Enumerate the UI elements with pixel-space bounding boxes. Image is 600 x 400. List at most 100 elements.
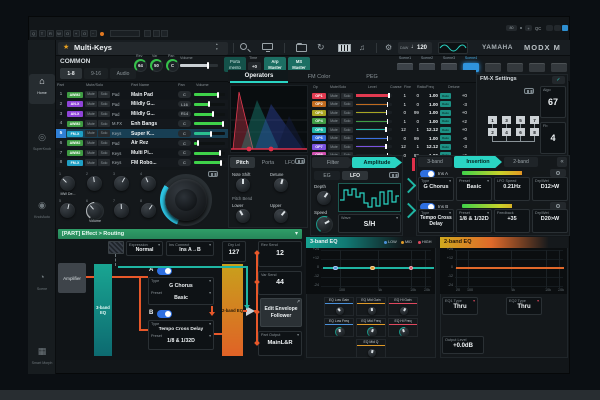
eq3-control-knob[interactable] — [400, 307, 408, 315]
assign-knob-2[interactable] — [87, 176, 102, 191]
op-ratio-value[interactable]: 12.12 — [420, 144, 438, 149]
wave-preview-chip[interactable] — [438, 42, 468, 54]
sidebar-item-scene[interactable]: ◔Scene — [29, 270, 55, 300]
op-level-slider[interactable] — [356, 94, 392, 97]
part-row-6[interactable]: 6AWM2MuteSoloPadAir RezC — [56, 139, 228, 148]
eq3-control-eq-low-gain[interactable]: EQ Low Gain — [324, 297, 354, 316]
corner-link-icon[interactable] — [554, 25, 561, 31]
sidebar-item-superknob[interactable]: ◎SuperKnob — [29, 130, 55, 160]
scene-button-5[interactable] — [485, 63, 501, 72]
eq3-control-eq-mid-q[interactable]: EQ Mid Q — [356, 339, 386, 358]
subtab-eg[interactable]: EG — [314, 171, 340, 180]
eq3-control-eq-low-freq[interactable]: EQ Low Freq — [324, 318, 354, 337]
eq1-type-select[interactable]: EQ1 Type▾ Thru — [442, 297, 478, 315]
eq3-control-knob[interactable] — [336, 328, 344, 336]
ins-b-route-box[interactable]: Type▾ Tempo Cross Delay Preset▾ 1/8 & 1/… — [148, 320, 214, 350]
op-detune-value[interactable]: -3 — [453, 102, 467, 107]
common-knob-Var[interactable]: 50 — [150, 59, 163, 72]
ins-field-type[interactable]: Type▾Tempo Cross Delay — [418, 209, 454, 233]
pan-value[interactable]: C — [178, 150, 191, 157]
mute-button[interactable]: Mute — [85, 101, 97, 108]
solo-button[interactable]: Solo — [98, 159, 110, 166]
mute-button[interactable]: Mute — [85, 91, 97, 98]
op-coarse-value[interactable]: 0 — [394, 136, 406, 141]
tab-amplitude[interactable]: Amplitude — [352, 157, 402, 168]
op-freq-mode-badge[interactable]: Ratio — [440, 110, 451, 116]
pan-value[interactable]: C — [178, 159, 191, 166]
ins-field-preset[interactable]: Preset▾1/8 & 1/32D — [456, 209, 492, 233]
keyboard-icon[interactable] — [338, 44, 351, 52]
eq3-routing-block[interactable]: 3-band EQ — [94, 264, 112, 356]
eq3-control-knob[interactable] — [400, 328, 408, 336]
part-name[interactable]: Air Rez — [131, 140, 177, 146]
lfo-depth-knob[interactable] — [317, 191, 331, 205]
eq2-routing-block[interactable]: 2-band EQ — [222, 264, 243, 356]
op-level-slider[interactable] — [356, 120, 392, 123]
op-level-slider[interactable] — [356, 128, 392, 131]
op-fine-value[interactable]: 99 — [408, 136, 419, 141]
var-send-value[interactable]: 44 — [259, 279, 301, 287]
output-level-value[interactable]: +0.0dB — [443, 343, 483, 350]
op-mute-button[interactable]: Mute — [328, 144, 340, 150]
pitch-knob-lower[interactable] — [236, 209, 250, 223]
search-icon[interactable] — [240, 43, 247, 50]
tab-operators[interactable]: Operators — [230, 70, 288, 83]
subtab-lfo[interactable]: LFO — [342, 171, 368, 180]
gear-icon[interactable]: ⚙ — [385, 43, 392, 52]
expression-select[interactable]: Expression▾ Normal — [126, 241, 163, 256]
mini-tool-icon-6[interactable]: O — [81, 30, 88, 37]
a-preset-value[interactable]: Basic — [149, 296, 213, 302]
op-freq-mode-badge[interactable]: Ratio — [440, 135, 451, 141]
eq3-control-knob[interactable] — [368, 349, 376, 357]
folder-icon[interactable] — [296, 44, 307, 52]
var-send-box[interactable]: Var Send 44 — [258, 271, 302, 295]
mini-tool-icon-r0[interactable] — [144, 30, 151, 37]
dry-level-box[interactable]: Dry Lvl 127 — [222, 241, 246, 262]
ins-field-type[interactable]: Type▾G Chorus — [418, 177, 454, 201]
mute-button[interactable]: Mute — [85, 140, 97, 147]
assign-knob-6[interactable] — [87, 203, 102, 218]
lfo-wave-select[interactable]: Wave▾ S/H — [338, 214, 401, 233]
part-row-8[interactable]: 8FM-XMuteSoloKeysFM Robo...C — [56, 158, 228, 167]
assign-knob-1[interactable] — [60, 176, 75, 191]
part-range-tab-9-16[interactable]: 9-16 — [84, 68, 108, 79]
op-ratio-value[interactable]: 1.00 — [420, 102, 438, 107]
fmx-confirm-icon[interactable]: ✓ — [552, 76, 565, 84]
part-name[interactable]: Enh Bangs — [131, 121, 177, 127]
mini-tool-icon-3[interactable]: W — [56, 30, 63, 37]
sidebar-item-smart-morph[interactable]: ▦Smart Morph — [29, 344, 55, 374]
pan-value[interactable]: C — [178, 130, 191, 137]
pitch-knob-note-shift[interactable] — [236, 178, 250, 192]
op-solo-button[interactable]: Solo — [341, 101, 353, 107]
assign-knob-7[interactable] — [114, 203, 129, 218]
op-ratio-value[interactable]: 1.00 — [420, 110, 438, 115]
eq3-control-eq-mid-freq[interactable]: EQ Mid Freq — [356, 318, 386, 337]
op-detune-value[interactable]: -3 — [453, 144, 467, 149]
part-volume-slider[interactable] — [194, 132, 225, 135]
solo-button[interactable]: Solo — [98, 140, 110, 147]
part-name[interactable]: Mildly G... — [131, 111, 177, 117]
op-detune-value[interactable]: +0 — [453, 127, 467, 132]
ins-field-lfo-speed[interactable]: LFO Speed0.21Hz — [494, 177, 530, 201]
mini-tool-icon-2[interactable]: R — [47, 30, 54, 37]
op-freq-mode-badge[interactable]: Ratio — [440, 101, 451, 107]
op-fine-value[interactable]: 1 — [408, 144, 419, 149]
part-row-5[interactable]: 5FM-XMuteSoloKeysSuper K...C — [56, 129, 228, 138]
op-mute-button[interactable]: Mute — [328, 110, 340, 116]
mini-tool-icon-7[interactable]: ·· — [90, 30, 97, 37]
corner-active-icon[interactable] — [562, 25, 568, 31]
part-volume-slider[interactable] — [194, 142, 225, 145]
op-coarse-value[interactable]: 12 — [394, 144, 406, 149]
lfo-wave-value[interactable]: S/H — [339, 221, 400, 229]
part-name[interactable]: Mildly G... — [131, 101, 177, 107]
part-name[interactable]: Super K... — [131, 131, 177, 137]
op-coarse-value[interactable]: 1 — [394, 93, 406, 98]
part-range-tab-1-8[interactable]: 1-8 — [60, 68, 82, 79]
mini-tool-icon-1[interactable]: T — [39, 30, 46, 37]
eq3-control-knob[interactable] — [368, 328, 376, 336]
assign-knob-3[interactable] — [114, 176, 129, 191]
op-fine-value[interactable]: 0 — [408, 102, 419, 107]
part-volume-slider[interactable] — [194, 161, 225, 164]
ins-field-feedback[interactable]: Feedback+35 — [494, 209, 530, 233]
assign-knob-4[interactable] — [141, 176, 156, 191]
